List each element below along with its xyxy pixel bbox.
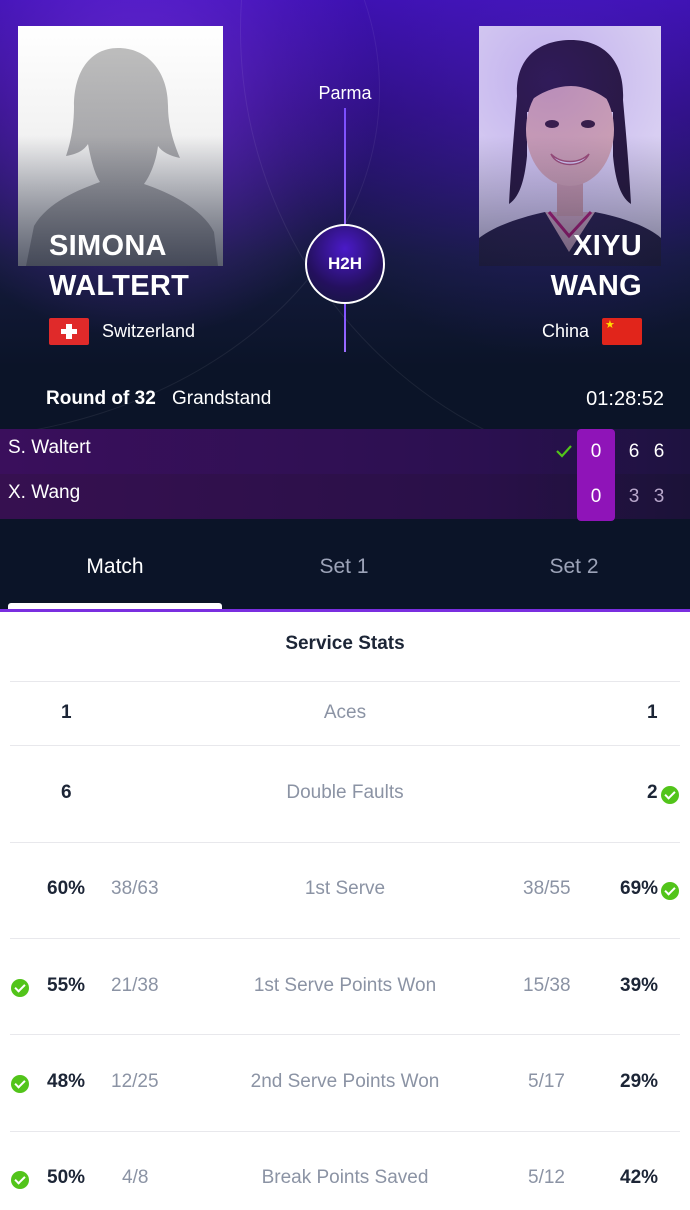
set-score: 6 — [653, 441, 665, 462]
court-label: Grandstand — [172, 388, 272, 409]
divider — [10, 745, 680, 746]
tab-match[interactable]: Match — [0, 532, 230, 608]
stat-right-fraction: 5/12 — [528, 1167, 565, 1188]
scoreboard-player-name: S. Waltert — [8, 437, 91, 458]
divider — [10, 1131, 680, 1132]
stat-right-value: 42% — [620, 1167, 659, 1188]
player-right-last-name: WANG — [550, 270, 642, 302]
header-divider — [0, 609, 690, 612]
divider — [10, 938, 680, 939]
center-divider — [344, 300, 346, 352]
player-right-name[interactable]: XIYU WANG — [551, 226, 642, 306]
check-circle-icon — [661, 786, 679, 804]
tab-set-1[interactable]: Set 1 — [229, 532, 459, 608]
stat-label: 2nd Serve Points Won — [250, 1071, 440, 1092]
match-duration: 01:28:52 — [586, 388, 664, 410]
tab-set-2[interactable]: Set 2 — [459, 532, 689, 608]
section-title: Service Stats — [285, 633, 405, 654]
stat-row-second-serve-points-won: 48% 12/25 2nd Serve Points Won 5/17 29% — [0, 1071, 690, 1111]
player-right-first-name: XIYU — [573, 230, 642, 262]
set-score: 3 — [653, 486, 665, 507]
china-flag-icon: ★ — [602, 318, 642, 345]
match-header: Parma H2H SIMONA WALTERT XIYU WANG Switz… — [0, 0, 690, 612]
divider — [10, 681, 680, 682]
player-left-name[interactable]: SIMONA WALTERT — [49, 226, 189, 306]
switzerland-flag-icon — [49, 318, 89, 345]
stat-right-value: 29% — [620, 1071, 659, 1092]
stat-label: 1st Serve Points Won — [253, 975, 437, 996]
divider — [10, 842, 680, 843]
stat-row-aces: 1 Aces 1 — [0, 702, 690, 742]
player-left-first-name: SIMONA — [49, 230, 167, 262]
center-divider — [344, 108, 346, 226]
stat-right-value: 69% — [620, 878, 659, 899]
round-label: Round of 32 — [46, 388, 156, 409]
stat-row-first-serve-points-won: 55% 21/38 1st Serve Points Won 15/38 39% — [0, 975, 690, 1015]
stat-row-break-points-saved: 50% 4/8 Break Points Saved 5/12 42% — [0, 1167, 690, 1207]
stat-row-first-serve: 60% 38/63 1st Serve 38/55 69% — [0, 878, 690, 918]
set-score: 6 — [628, 441, 640, 462]
match-info-row: Round of 32 Grandstand 01:28:52 — [0, 388, 690, 416]
stat-right-value: 39% — [620, 975, 659, 996]
scoreboard-row: S. Waltert 0 6 6 — [0, 429, 690, 474]
stat-label: Aces — [323, 702, 367, 723]
stat-row-double-faults: 6 Double Faults 2 — [0, 782, 690, 822]
stat-right-fraction: 15/38 — [523, 975, 571, 996]
venue-name: Parma — [318, 83, 372, 103]
country-label: Switzerland — [102, 321, 196, 341]
stat-right-fraction: 38/55 — [523, 878, 571, 899]
player-left-country: Switzerland — [49, 318, 195, 345]
stat-right-value: 1 — [647, 702, 658, 723]
stat-label: Double Faults — [286, 782, 404, 803]
divider — [10, 1034, 680, 1035]
stat-right-value: 2 — [647, 782, 658, 803]
player-right-country: China ★ — [542, 318, 642, 345]
current-points: 0 — [577, 474, 615, 521]
player-left-last-name: WALTERT — [49, 270, 190, 302]
tab-bar: Match Set 1 Set 2 — [0, 532, 690, 612]
current-points: 0 — [577, 429, 615, 474]
stat-label: 1st Serve — [304, 878, 386, 899]
scoreboard-row: X. Wang 0 3 3 — [0, 474, 690, 521]
set-score: 3 — [628, 486, 640, 507]
h2h-button[interactable]: H2H — [305, 224, 385, 304]
country-label: China — [541, 321, 589, 341]
check-circle-icon — [661, 882, 679, 900]
check-icon — [556, 445, 572, 458]
scoreboard-player-name: X. Wang — [8, 482, 81, 503]
stat-right-fraction: 5/17 — [528, 1071, 565, 1092]
stat-label: Break Points Saved — [261, 1167, 429, 1188]
